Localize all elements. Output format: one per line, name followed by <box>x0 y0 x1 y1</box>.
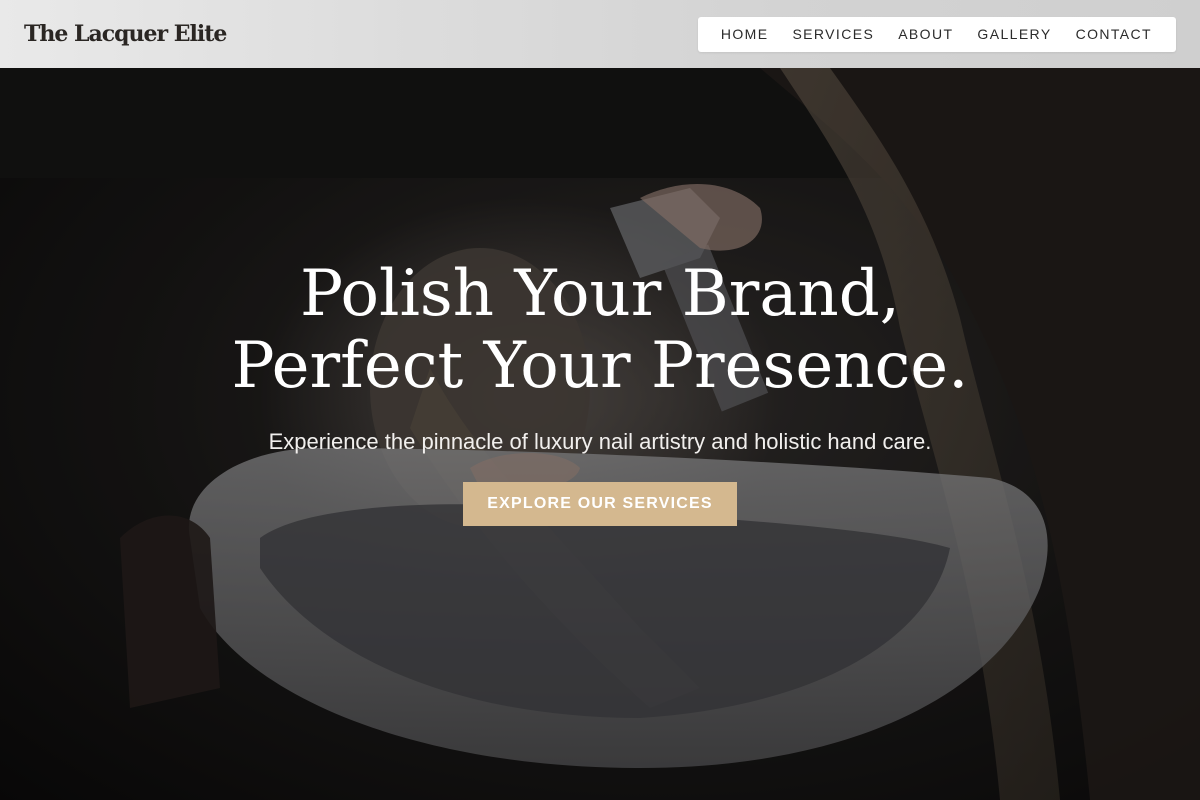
main-nav: HOME SERVICES ABOUT GALLERY CONTACT <box>697 16 1176 52</box>
nav-item-services[interactable]: SERVICES <box>792 26 874 42</box>
brand-logo[interactable]: The Lacquer Elite <box>24 21 227 47</box>
nav-item-about[interactable]: ABOUT <box>898 26 953 42</box>
hero-title-line-2: Perfect Your Presence. <box>231 329 969 403</box>
hero-subtitle: Experience the pinnacle of luxury nail a… <box>268 429 932 454</box>
site-header: The Lacquer Elite HOME SERVICES ABOUT GA… <box>0 0 1200 68</box>
hero-title-line-1: Polish Your Brand, <box>299 257 901 331</box>
nav-item-gallery[interactable]: GALLERY <box>977 26 1051 42</box>
hero-content: Polish Your Brand, Perfect Your Presence… <box>0 258 1200 526</box>
nav-item-contact[interactable]: CONTACT <box>1076 26 1152 42</box>
explore-services-button[interactable]: EXPLORE OUR SERVICES <box>463 482 737 526</box>
hero-section: Polish Your Brand, Perfect Your Presence… <box>0 68 1200 800</box>
nav-item-home[interactable]: HOME <box>721 26 769 42</box>
hero-title: Polish Your Brand, Perfect Your Presence… <box>0 258 1200 402</box>
